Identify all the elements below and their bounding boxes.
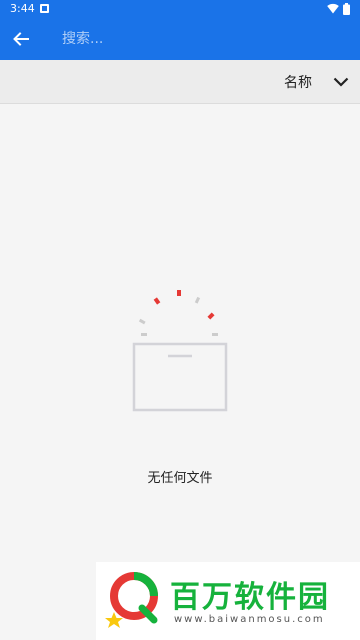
file-list-area: 无任何文件 bbox=[0, 105, 360, 640]
status-time: 3:44 bbox=[10, 2, 35, 15]
search-input[interactable] bbox=[62, 26, 342, 52]
watermark-logo-icon bbox=[105, 572, 158, 628]
empty-message: 无任何文件 bbox=[147, 471, 213, 486]
back-button[interactable] bbox=[6, 24, 36, 54]
watermark-url: www.baiwanmosu.com bbox=[174, 614, 325, 625]
notification-icon bbox=[40, 4, 49, 13]
watermark-title: 百万软件园 bbox=[170, 580, 330, 615]
sort-bar: 名称 bbox=[0, 60, 360, 104]
battery-icon bbox=[343, 3, 350, 15]
chevron-down-icon bbox=[332, 73, 350, 91]
status-bar: 3:44 bbox=[0, 0, 360, 18]
sort-label: 名称 bbox=[284, 75, 312, 91]
arrow-left-icon bbox=[13, 32, 29, 46]
sort-selector[interactable]: 名称 bbox=[284, 66, 350, 98]
empty-box-icon bbox=[132, 290, 228, 412]
wifi-icon bbox=[327, 3, 339, 14]
watermark-banner: 百万软件园 www.baiwanmosu.com bbox=[96, 562, 360, 640]
app-bar bbox=[0, 18, 360, 60]
